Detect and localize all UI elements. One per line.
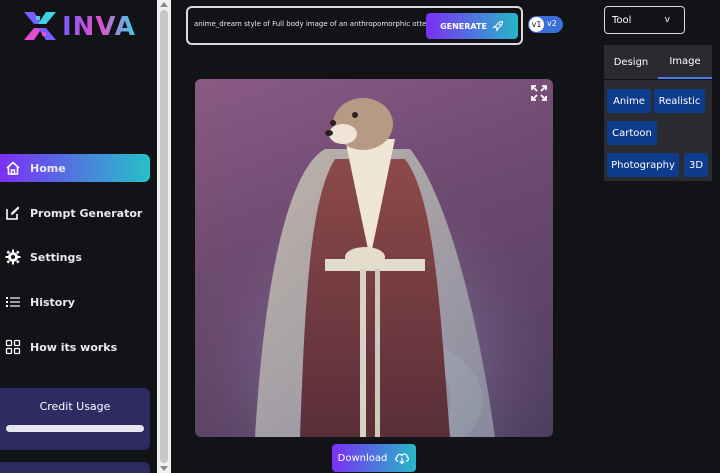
style-panel: Anime Realistic Cartoon Photography 3D (604, 80, 712, 181)
expand-icon[interactable] (531, 85, 547, 101)
rocket-icon (492, 20, 503, 32)
tool-select[interactable]: Tool v (604, 6, 685, 34)
sidebar-card (0, 462, 150, 473)
sidebar-item-settings[interactable]: Settings (0, 243, 150, 271)
scrollbar[interactable] (157, 0, 171, 473)
sidebar-item-label: Settings (30, 250, 82, 264)
version-toggle[interactable]: v1 v2 (528, 16, 563, 33)
scroll-down-arrow-icon[interactable] (160, 466, 168, 471)
prompt-input-box[interactable]: anime_dream style of Full body image of … (186, 6, 523, 45)
generate-button[interactable]: GENERATE (426, 13, 518, 39)
tool-select-value: Tool (612, 15, 632, 26)
prompt-input[interactable]: anime_dream style of Full body image of … (194, 20, 426, 28)
sidebar-item-how-it-works[interactable]: How its works (0, 333, 150, 361)
brand-name: INVA (62, 12, 136, 42)
credit-usage-card: Credit Usage (0, 388, 150, 450)
grid-icon (4, 338, 22, 356)
style-chip-cartoon[interactable]: Cartoon (607, 121, 657, 145)
sidebar-item-label: Prompt Generator (30, 206, 143, 220)
version-v2[interactable]: v2 (547, 19, 557, 28)
style-chip-realistic[interactable]: Realistic (654, 89, 705, 113)
sidebar-item-label: How its works (30, 340, 118, 354)
edit-icon (4, 204, 22, 222)
tab-bar: Design Image (604, 45, 712, 79)
tab-image[interactable]: Image (658, 45, 712, 79)
generated-image (195, 79, 553, 437)
download-button[interactable]: Download (332, 444, 416, 472)
list-icon (4, 293, 22, 311)
home-icon (4, 159, 22, 177)
cloud-download-icon (395, 453, 410, 465)
logo-mark-icon (24, 12, 56, 40)
sidebar-item-label: Home (30, 161, 66, 175)
gear-icon (4, 248, 22, 266)
scroll-up-arrow-icon[interactable] (160, 2, 168, 7)
generate-label: GENERATE (440, 21, 487, 31)
scroll-thumb[interactable] (160, 10, 168, 463)
tab-design[interactable]: Design (604, 45, 658, 79)
credit-usage-title: Credit Usage (39, 400, 111, 413)
sidebar: INVA Home Prompt Generator Settings Hist (0, 0, 157, 473)
chevron-down-icon: v (664, 15, 670, 25)
sidebar-item-history[interactable]: History (0, 288, 150, 316)
otter-illustration (195, 79, 553, 437)
sidebar-item-label: History (30, 295, 75, 309)
version-v1[interactable]: v1 (529, 17, 544, 32)
app-window: INVA Home Prompt Generator Settings Hist (0, 0, 720, 473)
style-chip-anime[interactable]: Anime (607, 89, 651, 113)
credit-usage-bar (6, 425, 144, 432)
sidebar-item-prompt-generator[interactable]: Prompt Generator (0, 199, 150, 227)
download-label: Download (337, 452, 388, 464)
style-chip-photography[interactable]: Photography (607, 153, 679, 177)
style-chip-3d[interactable]: 3D (684, 153, 708, 177)
sidebar-item-home[interactable]: Home (0, 154, 150, 182)
brand-logo[interactable]: INVA (22, 10, 135, 42)
